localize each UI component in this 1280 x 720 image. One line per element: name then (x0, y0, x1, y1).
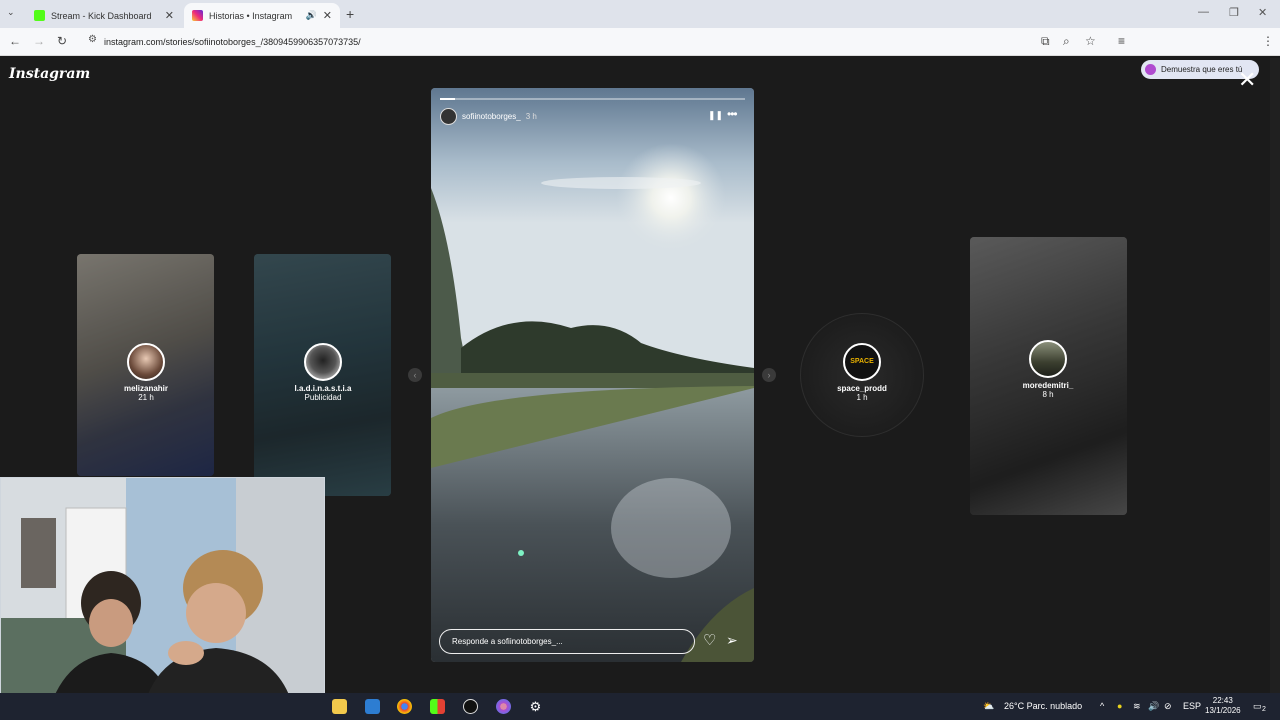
close-icon[interactable]: ✕ (1238, 67, 1256, 93)
story-photo (431, 88, 754, 662)
browser-tab-bar: ⌄ Stream - Kick Dashboard ✕ Historias • … (0, 0, 1280, 28)
story-progress-bar (440, 98, 745, 100)
chevron-left-icon[interactable]: ‹ (408, 368, 422, 382)
story-time: 3 h (525, 111, 537, 121)
app-tray-icon[interactable]: ● (1117, 701, 1122, 711)
install-app-icon[interactable]: ⧉ (1041, 34, 1050, 49)
avatar[interactable] (440, 107, 457, 125)
forward-icon[interactable]: → (33, 34, 45, 48)
tab-instagram-stories[interactable]: Historias • Instagram 🔊 ✕ (184, 3, 340, 28)
app-icon[interactable] (430, 699, 445, 714)
close-window-icon[interactable]: ✕ (1258, 6, 1267, 19)
windows-taskbar (0, 693, 1280, 720)
story-progress-fill (440, 98, 456, 100)
maximize-icon[interactable]: ❐ (1229, 6, 1239, 19)
zoom-icon[interactable]: ⌕ (1063, 34, 1070, 49)
avatar (1029, 340, 1067, 378)
current-story-media[interactable] (431, 88, 754, 662)
pause-icon[interactable]: ❚❚ (708, 110, 723, 121)
story-username: space_prodd (837, 384, 887, 393)
bookmark-star-icon[interactable]: ☆ (1085, 34, 1096, 48)
reload-icon[interactable]: ↻ (57, 34, 67, 48)
story-preview-ladinastia[interactable]: l.a.d.i.n.a.s.t.i.a Publicidad (283, 343, 363, 402)
obs-icon[interactable] (463, 699, 478, 714)
profile-avatar-icon (1145, 64, 1156, 75)
story-username: moredemitri_ (1022, 381, 1074, 390)
clock-time: 22:43 (1212, 696, 1233, 705)
story-time: 8 h (1042, 390, 1054, 399)
chevron-up-icon[interactable]: ^ (1100, 701, 1104, 711)
heart-icon[interactable]: ♡ (703, 631, 716, 649)
avatar: SPACE (843, 343, 881, 381)
tab-title: Stream - Kick Dashboard (51, 10, 152, 21)
store-icon[interactable] (365, 699, 380, 714)
story-time: 1 h (856, 393, 868, 402)
tab-kick-dashboard[interactable]: Stream - Kick Dashboard ✕ (26, 3, 182, 28)
clock-date: 13/1/2026 (1205, 706, 1241, 715)
webcam-feed (1, 478, 324, 719)
page-scrollbar[interactable] (1270, 58, 1280, 694)
webcam-overlay (0, 477, 325, 720)
story-time: 21 h (138, 393, 154, 402)
minimize-icon[interactable]: — (1198, 6, 1209, 18)
story-sponsored-label: Publicidad (304, 393, 342, 402)
more-icon[interactable]: ••• (727, 107, 738, 121)
story-preview-moredemitri[interactable]: moredemitri_ 8 h (1008, 340, 1088, 399)
story-author-username[interactable]: sofiinotoborges_ (462, 112, 521, 121)
tab-title: Historias • Instagram (209, 10, 293, 21)
story-preview-melizanahir[interactable]: melizanahir 21 h (106, 343, 186, 402)
story-header: sofiinotoborges_ 3 h (440, 107, 537, 125)
kick-favicon-icon (34, 10, 45, 21)
close-tab-icon[interactable]: ✕ (323, 9, 332, 22)
back-icon[interactable]: ← (9, 34, 21, 48)
site-info-icon[interactable]: ⚙ (88, 34, 97, 45)
avatar (304, 343, 342, 381)
browser-toolbar: ← → ↻ instagram.com/stories/sofiinotobor… (0, 28, 1280, 79)
volume-icon[interactable]: 🔊 (1148, 701, 1159, 712)
reading-list-icon[interactable]: ≡ (1118, 34, 1125, 48)
new-tab-icon[interactable]: + (346, 6, 354, 22)
weather-text[interactable]: 26°C Parc. nublado (1004, 701, 1082, 711)
notification-count: 2 (1262, 706, 1266, 713)
file-explorer-icon[interactable] (332, 699, 347, 714)
tab-search-icon[interactable]: ⌄ (7, 7, 15, 18)
chrome-profile-icon[interactable] (496, 699, 511, 714)
settings-gear-icon[interactable]: ⚙ (528, 699, 543, 714)
story-username: melizanahir (123, 384, 168, 393)
weather-icon[interactable]: ⛅ (983, 701, 994, 712)
instagram-favicon-icon (192, 10, 203, 21)
story-username: l.a.d.i.n.a.s.t.i.a (294, 384, 352, 393)
notifications-icon[interactable]: ▭ (1253, 701, 1262, 712)
send-icon[interactable]: ➢ (726, 632, 738, 649)
story-preview-space-prodd[interactable]: SPACE space_prodd 1 h (822, 343, 902, 402)
network-icon[interactable]: ⊘ (1164, 701, 1172, 712)
taskbar-clock[interactable]: 22:43 13/1/2026 (1205, 696, 1241, 716)
language-indicator[interactable]: ESP (1183, 701, 1201, 711)
wifi-icon[interactable]: ≋ (1133, 701, 1141, 712)
address-bar[interactable]: instagram.com/stories/sofiinotoborges_/3… (80, 31, 1102, 53)
chevron-right-icon[interactable]: › (762, 368, 776, 382)
profile-label: Demuestra que eres tú (1161, 65, 1243, 74)
reply-input[interactable]: Responde a sofiinotoborges_... (439, 629, 695, 654)
browser-menu-icon[interactable]: ⋮ (1262, 34, 1274, 48)
speaker-icon[interactable]: 🔊 (306, 10, 317, 21)
instagram-logo[interactable]: Instagram (9, 66, 90, 82)
avatar (127, 343, 165, 381)
close-tab-icon[interactable]: ✕ (165, 9, 174, 22)
chrome-icon[interactable] (397, 699, 412, 714)
